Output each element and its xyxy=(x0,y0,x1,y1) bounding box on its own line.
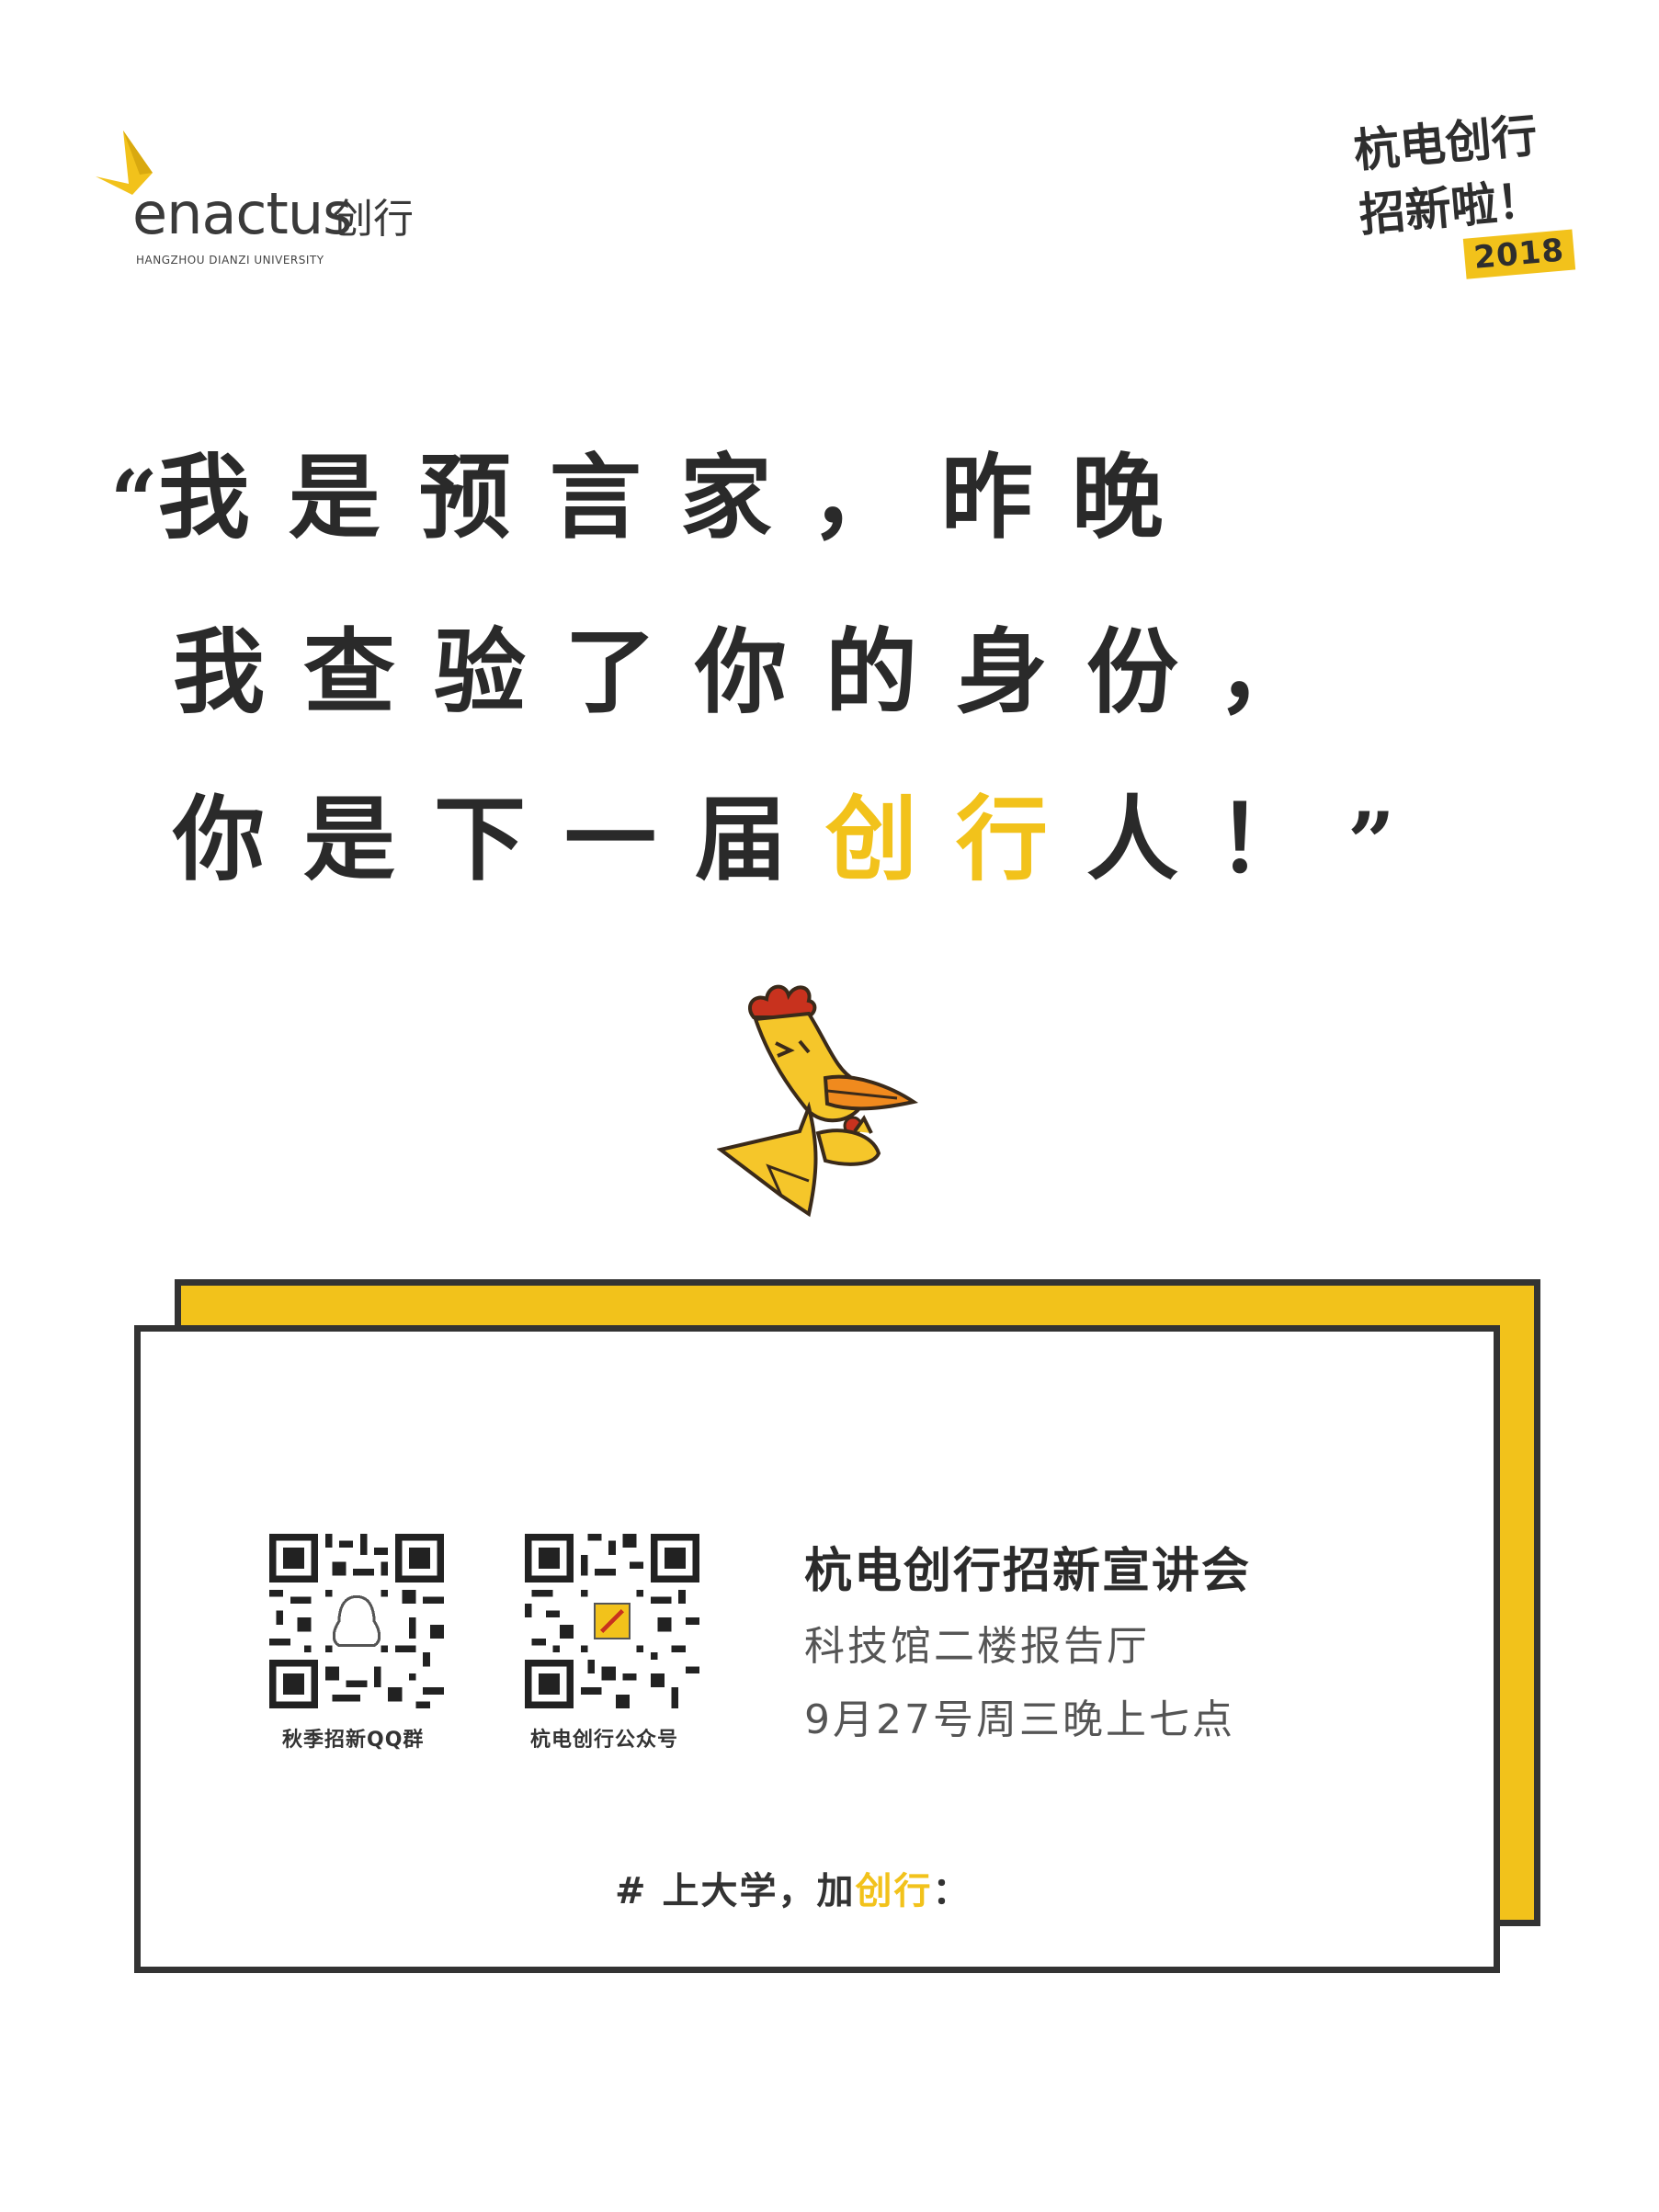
quote-line-3-a: 你是下一届 xyxy=(173,785,825,893)
quote-line-1-a: 我是预言家， xyxy=(157,443,941,551)
quote-line-1: “我是预言家，昨晚 xyxy=(110,423,1202,556)
event-place: 科技馆二楼报告厅 xyxy=(804,1623,1150,1670)
quote-highlight: 创行 xyxy=(825,785,1086,893)
slogan-suffix: ： xyxy=(932,1870,972,1912)
badge-year: 2018 xyxy=(1462,229,1575,279)
recruit-badge: 杭电创行 招新啦！ 2018 xyxy=(1351,100,1587,312)
qq-group-qr-code[interactable] xyxy=(269,1534,444,1708)
wechat-account-qr-code[interactable] xyxy=(525,1534,699,1708)
open-quote-mark: “ xyxy=(110,452,158,550)
slogan: # 上大学，加创行： xyxy=(615,1861,971,1914)
enactus-logo: enactus 创行 HANGZHOU DIANZI UNIVERSITY xyxy=(96,130,426,278)
logo-wordmark: enactus xyxy=(132,180,352,247)
event-time: 9月27号周三晚上七点 xyxy=(804,1696,1235,1743)
qr-caption-wechat: 杭电创行公众号 xyxy=(530,1729,679,1752)
close-quote-mark: ” xyxy=(1347,794,1395,891)
event-title: 杭电创行招新宣讲会 xyxy=(804,1544,1252,1599)
chicken-mascot-icon xyxy=(717,984,919,1218)
event-info-card: 秋季招新QQ群 杭电创行公众号 杭电创行招新宣讲会 科技馆二楼报告厅 9月27号… xyxy=(134,1325,1500,1973)
slogan-prefix: # 上大学，加 xyxy=(615,1870,856,1912)
slogan-accent: 创行 xyxy=(855,1870,933,1912)
quote-line-3-b: 人！ xyxy=(1086,785,1347,893)
quote-line-3: 你是下一届创行人！” xyxy=(173,765,1395,898)
quote-line-2: 我查验了你的身份， xyxy=(173,618,1347,726)
logo-cn-name: 创行 xyxy=(333,196,414,243)
qr-caption-qq-group: 秋季招新QQ群 xyxy=(282,1729,425,1752)
quote-line-1-b: 昨晚 xyxy=(940,443,1202,551)
logo-university: HANGZHOU DIANZI UNIVERSITY xyxy=(136,254,324,267)
